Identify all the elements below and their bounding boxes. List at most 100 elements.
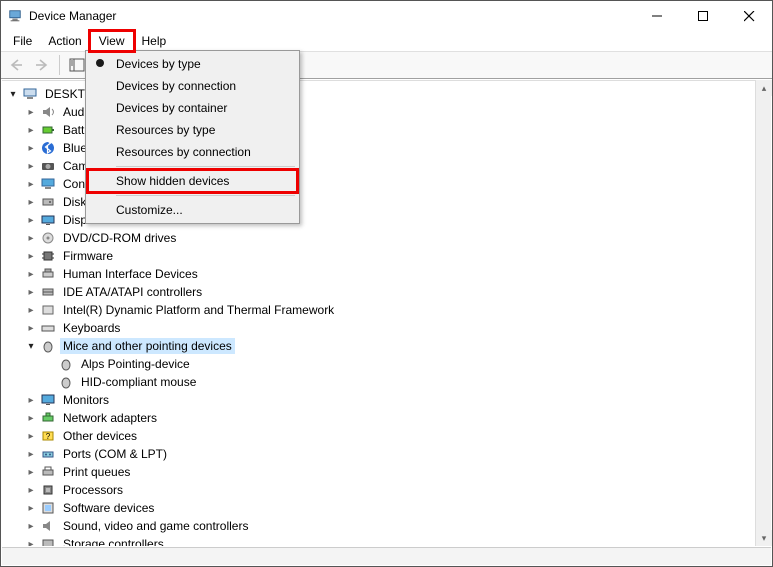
- tree-node-keyboards[interactable]: ▸ Keyboards: [6, 319, 771, 337]
- monitor-icon: [40, 176, 56, 192]
- window-title: Device Manager: [29, 9, 116, 23]
- dvd-icon: [40, 230, 56, 246]
- expand-icon[interactable]: ▸: [24, 177, 38, 191]
- tree-node-dvd[interactable]: ▸ DVD/CD-ROM drives: [6, 229, 771, 247]
- maximize-button[interactable]: [680, 1, 726, 31]
- view-menu-dropdown: Devices by type Devices by connection De…: [85, 50, 300, 224]
- tree-node-label: Con: [60, 176, 88, 192]
- tree-node-storage[interactable]: ▸Storage controllers: [6, 535, 771, 546]
- tree-node-label: Alps Pointing-device: [78, 356, 193, 372]
- expand-icon[interactable]: ▸: [24, 303, 38, 317]
- menu-customize[interactable]: Customize...: [88, 199, 297, 221]
- tree-node-sound[interactable]: ▸Sound, video and game controllers: [6, 517, 771, 535]
- expand-icon[interactable]: ▸: [24, 465, 38, 479]
- tree-node-ide[interactable]: ▸ IDE ATA/ATAPI controllers: [6, 283, 771, 301]
- tree-node-label: Intel(R) Dynamic Platform and Thermal Fr…: [60, 302, 337, 318]
- menu-devices-by-type[interactable]: Devices by type: [88, 53, 297, 75]
- tree-node-label: Monitors: [60, 392, 112, 408]
- toolbar-separator: [59, 55, 60, 75]
- expand-icon[interactable]: ▸: [24, 537, 38, 546]
- expand-icon[interactable]: ▸: [24, 519, 38, 533]
- battery-icon: [40, 122, 56, 138]
- expand-icon[interactable]: ▸: [24, 267, 38, 281]
- tree-node-label: Network adapters: [60, 410, 160, 426]
- menu-help[interactable]: Help: [134, 32, 175, 50]
- tree-node-label: Keyboards: [60, 320, 123, 336]
- expand-icon[interactable]: ▸: [24, 321, 38, 335]
- menu-show-hidden-devices[interactable]: Show hidden devices: [88, 170, 297, 192]
- tree-node-label: Human Interface Devices: [60, 266, 201, 282]
- menu-action[interactable]: Action: [40, 32, 89, 50]
- expand-icon[interactable]: ▸: [24, 411, 38, 425]
- close-button[interactable]: [726, 1, 772, 31]
- port-icon: [40, 446, 56, 462]
- expand-icon[interactable]: ▸: [24, 429, 38, 443]
- tree-node-ports[interactable]: ▸ Ports (COM & LPT): [6, 445, 771, 463]
- expand-icon[interactable]: ▸: [24, 285, 38, 299]
- tree-node-firmware[interactable]: ▸ Firmware: [6, 247, 771, 265]
- tree-node-mice[interactable]: ▾<(/svg>Mice and other pointing devices: [6, 337, 771, 355]
- mouse-icon: [58, 356, 74, 372]
- tree-node-monitors[interactable]: ▸ Monitors: [6, 391, 771, 409]
- status-bar: [2, 547, 771, 565]
- tree-node-alps[interactable]: ▸Alps Pointing-device: [6, 355, 771, 373]
- menu-file[interactable]: File: [5, 32, 40, 50]
- expand-icon[interactable]: ▸: [24, 123, 38, 137]
- bluetooth-icon: [40, 140, 56, 156]
- tree-node-intel[interactable]: ▸ Intel(R) Dynamic Platform and Thermal F…: [6, 301, 771, 319]
- expand-icon[interactable]: ▸: [24, 213, 38, 227]
- tree-node-label: Print queues: [60, 464, 133, 480]
- vertical-scrollbar[interactable]: ▴ ▾: [755, 80, 771, 546]
- expand-icon[interactable]: ▸: [24, 393, 38, 407]
- menu-view[interactable]: View: [90, 31, 134, 51]
- printer-icon: [40, 464, 56, 480]
- expand-icon[interactable]: ▸: [24, 483, 38, 497]
- scroll-up-icon[interactable]: ▴: [756, 80, 772, 96]
- menu-item-label: Resources by connection: [116, 145, 251, 159]
- forward-button[interactable]: [31, 54, 53, 76]
- ide-icon: [40, 284, 56, 300]
- title-bar: Device Manager: [1, 1, 772, 31]
- tree-node-label: Aud: [60, 104, 87, 120]
- expand-icon[interactable]: ▸: [24, 105, 38, 119]
- tree-node-label: Batt: [60, 122, 87, 138]
- expand-icon[interactable]: ▸: [24, 249, 38, 263]
- tree-node-label: IDE ATA/ATAPI controllers: [60, 284, 205, 300]
- expand-icon[interactable]: ▸: [24, 447, 38, 461]
- minimize-button[interactable]: [634, 1, 680, 31]
- disk-icon: [40, 194, 56, 210]
- scroll-down-icon[interactable]: ▾: [756, 530, 772, 546]
- collapse-icon[interactable]: ▾: [6, 87, 20, 101]
- expand-icon[interactable]: ▸: [24, 231, 38, 245]
- menu-separator: [116, 166, 295, 167]
- expand-icon[interactable]: ▸: [24, 501, 38, 515]
- tree-node-hid-mouse[interactable]: ▸HID-compliant mouse: [6, 373, 771, 391]
- tree-node-print[interactable]: ▸ Print queues: [6, 463, 771, 481]
- tree-node-label: Ports (COM & LPT): [60, 446, 170, 462]
- back-button[interactable]: [5, 54, 27, 76]
- menu-devices-by-connection[interactable]: Devices by connection: [88, 75, 297, 97]
- expand-icon[interactable]: ▸: [24, 195, 38, 209]
- cpu-icon: [40, 482, 56, 498]
- menu-resources-by-connection[interactable]: Resources by connection: [88, 141, 297, 163]
- mouse-icon: <(/svg>: [40, 338, 56, 354]
- menu-devices-by-container[interactable]: Devices by container: [88, 97, 297, 119]
- collapse-icon[interactable]: ▾: [24, 339, 38, 353]
- menu-resources-by-type[interactable]: Resources by type: [88, 119, 297, 141]
- tree-node-processors[interactable]: ▸Processors: [6, 481, 771, 499]
- tree-node-hid[interactable]: ▸ Human Interface Devices: [6, 265, 771, 283]
- tree-node-other[interactable]: ▸?Other devices: [6, 427, 771, 445]
- computer-icon: [22, 86, 38, 102]
- tree-node-label: Firmware: [60, 248, 116, 264]
- tree-node-label: DVD/CD-ROM drives: [60, 230, 179, 246]
- menu-item-label: Devices by connection: [116, 79, 236, 93]
- tree-node-software[interactable]: ▸Software devices: [6, 499, 771, 517]
- expand-icon[interactable]: ▸: [24, 159, 38, 173]
- tree-node-network[interactable]: ▸ Network adapters: [6, 409, 771, 427]
- display-adapter-icon: [40, 212, 56, 228]
- expand-icon[interactable]: ▸: [24, 141, 38, 155]
- menu-separator: [116, 195, 295, 196]
- sound-icon: [40, 518, 56, 534]
- hid-icon: [40, 266, 56, 282]
- menu-item-label: Devices by type: [116, 57, 201, 71]
